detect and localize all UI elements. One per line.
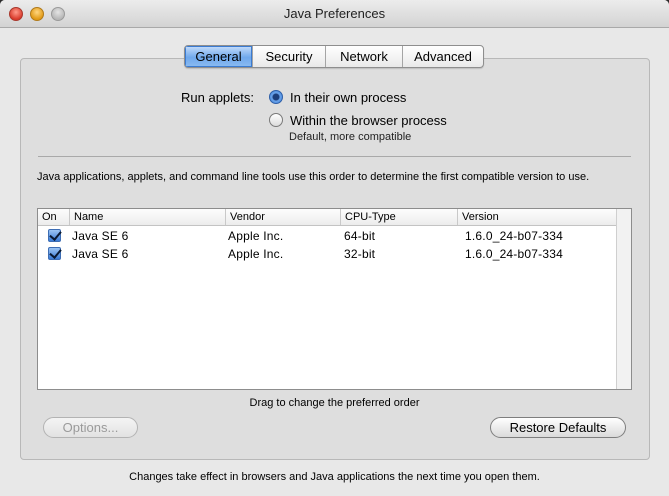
radio-browser-process-label[interactable]: Within the browser process [290,113,447,128]
restore-defaults-button[interactable]: Restore Defaults [490,417,626,438]
table-scrollbar[interactable] [616,209,631,389]
section-divider [38,156,631,157]
row-version: 1.6.0_24-b07-334 [465,229,563,243]
column-header-vendor[interactable]: Vendor [226,209,341,225]
tab-network[interactable]: Network [326,46,403,67]
window-title: Java Preferences [283,6,386,21]
radio-browser-process[interactable] [269,113,283,127]
radio-note: Default, more compatible [289,131,412,143]
row-cpu-type: 64-bit [344,229,376,243]
row-enabled-checkbox[interactable] [48,229,61,242]
row-vendor: Apple Inc. [228,229,284,243]
radio-own-process[interactable] [269,90,283,104]
column-header-name[interactable]: Name [70,209,226,225]
column-header-on[interactable]: On [38,209,70,225]
tab-advanced[interactable]: Advanced [403,46,483,67]
row-enabled-checkbox[interactable] [48,247,61,260]
column-header-version[interactable]: Version [458,209,616,225]
tab-security[interactable]: Security [253,46,326,67]
row-version: 1.6.0_24-b07-334 [465,247,563,261]
radio-own-process-label[interactable]: In their own process [290,90,406,105]
java-versions-table[interactable]: On Name Vendor CPU-Type Version Java SE … [37,208,632,390]
column-header-cpu-type[interactable]: CPU-Type [341,209,458,225]
row-vendor: Apple Inc. [228,247,284,261]
preference-tabs: General Security Network Advanced [184,45,484,68]
row-name: Java SE 6 [72,247,129,261]
footer-note: Changes take effect in browsers and Java… [129,471,540,483]
order-description: Java applications, applets, and command … [37,171,590,183]
java-preferences-window: Java Preferences General Security Networ… [0,0,669,496]
row-cpu-type: 32-bit [344,247,376,261]
table-header: On Name Vendor CPU-Type Version [38,209,616,226]
drag-hint: Drag to change the preferred order [249,397,420,409]
table-row[interactable]: Java SE 6 Apple Inc. 32-bit 1.6.0_24-b07… [38,245,616,263]
title-bar[interactable]: Java Preferences [0,0,669,28]
run-applets-label: Run applets: [181,90,254,105]
row-name: Java SE 6 [72,229,129,243]
tab-general[interactable]: General [185,46,253,67]
options-button[interactable]: Options... [43,417,138,438]
table-row[interactable]: Java SE 6 Apple Inc. 64-bit 1.6.0_24-b07… [38,227,616,245]
